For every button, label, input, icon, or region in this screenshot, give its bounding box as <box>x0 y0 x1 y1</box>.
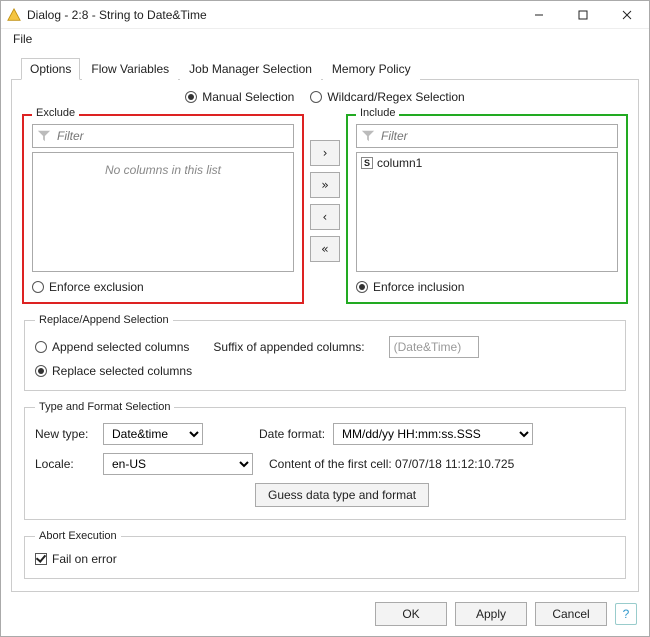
move-right-all-button[interactable]: » <box>310 172 340 198</box>
radio-manual-selection[interactable]: Manual Selection <box>185 90 294 104</box>
dialog-footer: OK Apply Cancel ? <box>1 592 649 636</box>
selection-mode-row: Manual Selection Wildcard/Regex Selectio… <box>22 90 628 104</box>
exclude-filter[interactable] <box>32 124 294 148</box>
new-type-select[interactable]: Date&time <box>103 423 203 445</box>
radio-icon <box>35 341 47 353</box>
radio-icon <box>32 281 44 293</box>
include-panel: Include S column1 Enforce inclusion <box>346 114 628 304</box>
type-format-legend: Type and Format Selection <box>35 401 174 413</box>
exclude-filter-input[interactable] <box>55 128 289 144</box>
radio-label: Wildcard/Regex Selection <box>327 90 464 104</box>
guess-format-button[interactable]: Guess data type and format <box>255 483 429 507</box>
column-selection-area: Exclude No columns in this list Enforce … <box>22 114 628 304</box>
filter-icon <box>361 129 375 143</box>
checkbox-label: Fail on error <box>52 552 117 566</box>
tab-options[interactable]: Options <box>21 58 80 80</box>
maximize-button[interactable] <box>561 1 605 29</box>
exclude-legend: Exclude <box>32 107 79 119</box>
exclude-list[interactable]: No columns in this list <box>32 152 294 272</box>
abort-execution-group: Abort Execution Fail on error <box>24 530 626 579</box>
titlebar: Dialog - 2:8 - String to Date&Time <box>1 1 649 29</box>
radio-label: Enforce inclusion <box>373 280 464 294</box>
radio-icon <box>35 365 47 377</box>
checkbox-fail-on-error[interactable]: Fail on error <box>35 552 615 566</box>
radio-regex-selection[interactable]: Wildcard/Regex Selection <box>310 90 464 104</box>
move-buttons-column: › » ‹ « <box>310 114 340 304</box>
list-item-label: column1 <box>377 156 422 170</box>
radio-icon <box>185 91 197 103</box>
menu-file[interactable]: File <box>9 30 36 48</box>
cancel-button[interactable]: Cancel <box>535 602 607 626</box>
tab-body-options: Manual Selection Wildcard/Regex Selectio… <box>11 80 639 592</box>
date-format-label: Date format: <box>259 427 325 441</box>
radio-label: Append selected columns <box>52 340 189 354</box>
tab-strip: Options Flow Variables Job Manager Selec… <box>11 57 639 80</box>
app-icon <box>7 8 21 22</box>
include-legend: Include <box>356 107 399 119</box>
abort-legend: Abort Execution <box>35 530 121 542</box>
include-filter[interactable] <box>356 124 618 148</box>
string-type-icon: S <box>361 157 373 169</box>
exclude-panel: Exclude No columns in this list Enforce … <box>22 114 304 304</box>
move-left-button[interactable]: ‹ <box>310 204 340 230</box>
minimize-button[interactable] <box>517 1 561 29</box>
suffix-label: Suffix of appended columns: <box>213 340 364 354</box>
radio-icon <box>310 91 322 103</box>
ok-button[interactable]: OK <box>375 602 447 626</box>
window-title: Dialog - 2:8 - String to Date&Time <box>27 8 517 22</box>
exclude-empty-text: No columns in this list <box>35 155 291 185</box>
checkbox-icon <box>35 553 47 565</box>
menubar: File <box>1 29 649 49</box>
radio-label: Manual Selection <box>202 90 294 104</box>
move-left-all-button[interactable]: « <box>310 236 340 262</box>
locale-select[interactable]: en-US <box>103 453 253 475</box>
new-type-label: New type: <box>35 427 95 441</box>
radio-replace-columns[interactable]: Replace selected columns <box>35 364 192 378</box>
radio-enforce-exclusion[interactable]: Enforce exclusion <box>32 280 294 294</box>
include-list[interactable]: S column1 <box>356 152 618 272</box>
dialog-window: Dialog - 2:8 - String to Date&Time File … <box>0 0 650 637</box>
close-button[interactable] <box>605 1 649 29</box>
radio-enforce-inclusion[interactable]: Enforce inclusion <box>356 280 618 294</box>
move-right-button[interactable]: › <box>310 140 340 166</box>
filter-icon <box>37 129 51 143</box>
include-filter-input[interactable] <box>379 128 613 144</box>
apply-button[interactable]: Apply <box>455 602 527 626</box>
radio-label: Enforce exclusion <box>49 280 144 294</box>
radio-label: Replace selected columns <box>52 364 192 378</box>
replace-append-group: Replace/Append Selection Append selected… <box>24 314 626 391</box>
locale-label: Locale: <box>35 457 95 471</box>
help-button[interactable]: ? <box>615 603 637 625</box>
replace-append-legend: Replace/Append Selection <box>35 314 173 326</box>
suffix-input <box>389 336 479 358</box>
list-item[interactable]: S column1 <box>359 155 615 171</box>
tab-flow-variables[interactable]: Flow Variables <box>82 58 178 80</box>
type-format-group: Type and Format Selection New type: Date… <box>24 401 626 520</box>
tab-memory-policy[interactable]: Memory Policy <box>323 58 420 80</box>
content-area: Options Flow Variables Job Manager Selec… <box>1 49 649 592</box>
tab-job-manager[interactable]: Job Manager Selection <box>180 58 321 80</box>
first-cell-content-label: Content of the first cell: 07/07/18 11:1… <box>269 457 514 471</box>
radio-icon <box>356 281 368 293</box>
date-format-select[interactable]: MM/dd/yy HH:mm:ss.SSS <box>333 423 533 445</box>
radio-append-columns[interactable]: Append selected columns <box>35 340 189 354</box>
